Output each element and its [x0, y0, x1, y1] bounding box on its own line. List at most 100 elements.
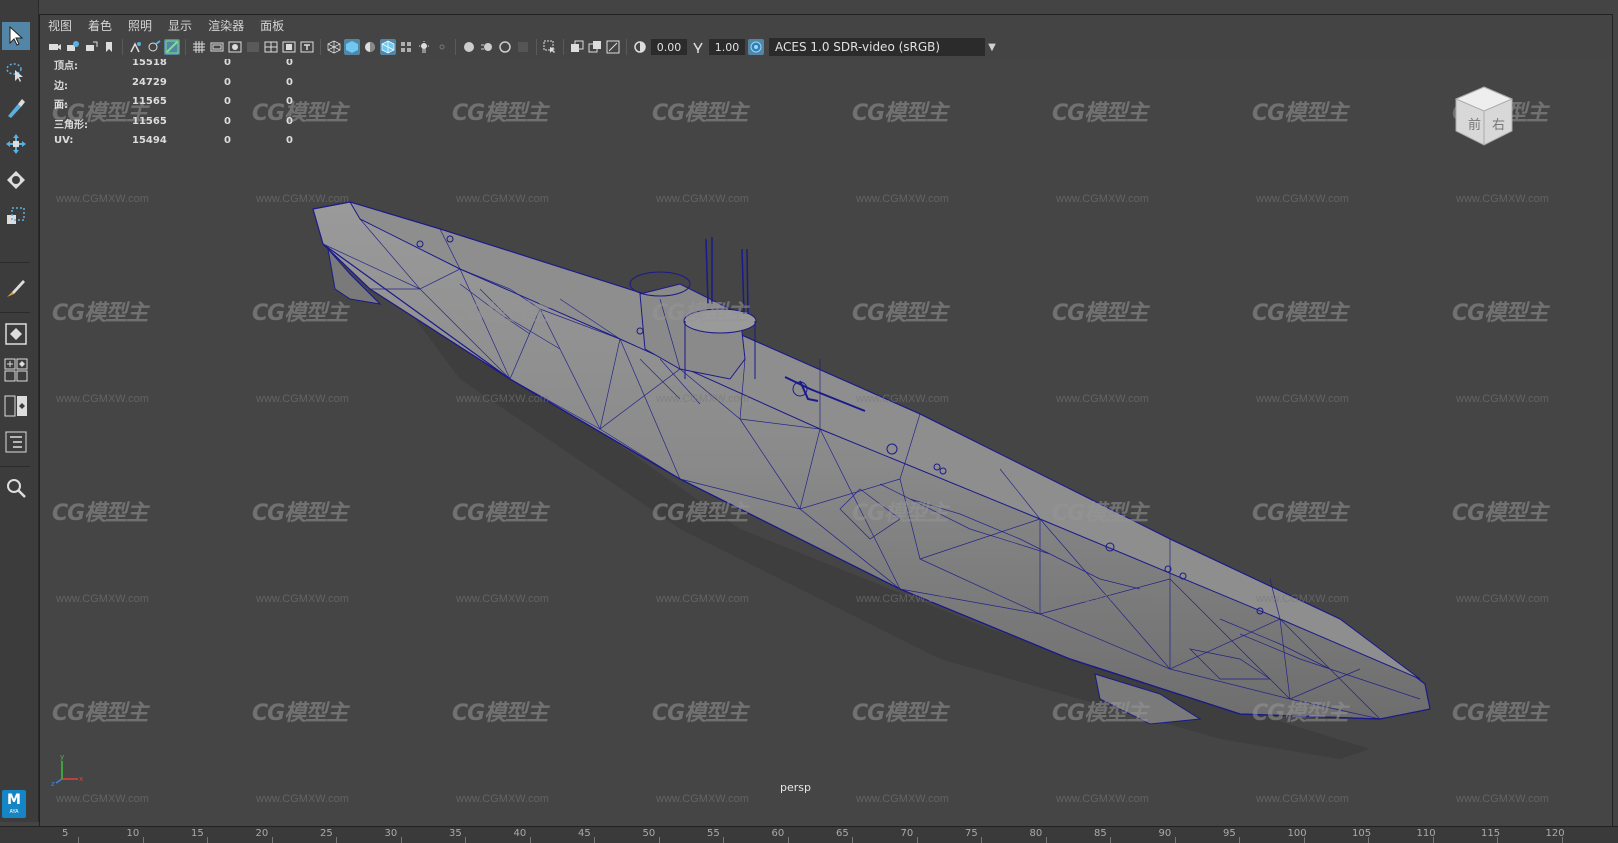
hud-value: 0 — [286, 59, 293, 68]
maya-logo-letter: M — [7, 792, 21, 808]
wireframe-icon[interactable] — [326, 39, 342, 55]
hud-value: 0 — [286, 135, 293, 146]
paint-select-tool-icon[interactable] — [2, 94, 30, 122]
2d-pan-zoom-icon[interactable] — [128, 39, 144, 55]
motion-blur-icon[interactable] — [479, 39, 495, 55]
timeline-tick-label: 30 — [384, 828, 398, 839]
depth-of-field-icon[interactable] — [515, 39, 531, 55]
layout-two-icon[interactable] — [2, 392, 30, 420]
timeline-tick-mark — [1174, 837, 1176, 843]
exposure-field[interactable]: 0.00 — [651, 39, 687, 55]
timeline-tick-mark — [1110, 837, 1111, 843]
resolution-gate-icon[interactable] — [227, 39, 243, 55]
timeline-tick-mark — [787, 837, 789, 843]
layout-four-icon[interactable] — [2, 356, 30, 384]
grease-pencil-active-icon[interactable] — [164, 39, 180, 55]
timeline-tick-mark — [723, 837, 724, 843]
3d-viewport[interactable]: CG模型主 CG模型主 CG模型主 CG模型主 CG模型主 CG模型主 CG模型主 CG模型主… — [40, 59, 1612, 827]
image-plane-icon[interactable] — [101, 39, 117, 55]
timeline-tick-mark — [658, 837, 660, 843]
hud-value: 15518 — [132, 59, 167, 68]
panel-menubar: 视图 着色 照明 显示 渲染器 面板 — [40, 15, 1612, 35]
hud-value: 0 — [286, 76, 293, 88]
time-slider[interactable]: 5 10 15 20 25 30 35 40 45 50 55 60 65 70 75 80 85 90 95 100… — [0, 826, 1618, 843]
axis-gizmo-icon: y x z — [51, 753, 83, 787]
safe-action-icon[interactable] — [281, 39, 297, 55]
view-transform-dropdown[interactable]: ACES 1.0 SDR-video (sRGB) — [769, 38, 985, 56]
grease-pencil-icon[interactable] — [146, 39, 162, 55]
search-icon[interactable] — [2, 474, 30, 502]
hud-value: 0 — [224, 59, 231, 68]
viewcube-right-label: 右 — [1492, 118, 1505, 133]
textured-icon[interactable] — [398, 39, 414, 55]
hud-label: UV: — [54, 135, 74, 146]
timeline-tick-mark — [271, 837, 273, 843]
bookmark-icon[interactable] — [83, 39, 99, 55]
gamma-icon[interactable] — [690, 39, 706, 55]
svg-text:y: y — [60, 753, 64, 761]
viewcube-front-label: 前 — [1468, 117, 1481, 133]
menu-renderer[interactable]: 渲染器 — [200, 17, 252, 34]
svg-text:x: x — [79, 775, 83, 783]
camera-attributes-icon[interactable] — [65, 39, 81, 55]
timeline-tick-label: 50 — [642, 828, 656, 839]
grid-icon[interactable] — [191, 39, 207, 55]
timeline-tick-label: 15 — [191, 828, 204, 839]
timeline-tick-label: 90 — [1158, 828, 1172, 839]
lighting-icon[interactable] — [416, 39, 432, 55]
timeline-tick-label: 70 — [900, 828, 914, 839]
submarine-model[interactable] — [40, 59, 1612, 827]
timeline-tick-mark — [594, 837, 595, 843]
viewcube-icon[interactable]: 前 右 — [1448, 81, 1520, 153]
smooth-shade-icon[interactable] — [344, 39, 360, 55]
timeline-tick-mark — [78, 837, 79, 843]
move-tool-icon[interactable] — [2, 130, 30, 158]
chevron-down-icon[interactable]: ▼ — [985, 39, 999, 55]
hud-value: 24729 — [132, 76, 167, 88]
wireframe-on-shaded-icon[interactable] — [380, 39, 396, 55]
timeline-tick-mark — [1239, 837, 1240, 843]
camera-select-icon[interactable] — [47, 39, 63, 55]
timeline-tick-mark — [400, 837, 402, 843]
lasso-tool-icon[interactable] — [2, 58, 30, 86]
field-chart-icon[interactable] — [263, 39, 279, 55]
toolbox: M AYA — [0, 0, 39, 822]
timeline-tick-label: 25 — [320, 828, 333, 839]
timeline-tick-mark — [852, 837, 853, 843]
timeline-tick-label: 60 — [771, 828, 785, 839]
outliner-icon[interactable] — [2, 428, 30, 456]
menu-shading[interactable]: 着色 — [80, 17, 120, 34]
menu-panels[interactable]: 面板 — [252, 17, 292, 34]
maya-logo-sub: AYA — [9, 809, 19, 815]
timeline-tick-label: 80 — [1029, 828, 1043, 839]
timeline-tick-label: 35 — [449, 828, 462, 839]
timeline-tick-mark — [1045, 837, 1047, 843]
brush-tool-icon[interactable] — [2, 274, 30, 302]
gamma-field[interactable]: 1.00 — [709, 39, 745, 55]
hud-label: 三角形: — [54, 119, 88, 131]
rotate-tool-icon[interactable] — [2, 166, 30, 194]
menu-lighting[interactable]: 照明 — [120, 17, 160, 34]
menu-view[interactable]: 视图 — [40, 17, 80, 34]
isolate-select-icon[interactable] — [542, 39, 558, 55]
hud-row-triangles: 三角形: 11565 0 0 — [54, 116, 324, 136]
film-gate-icon[interactable] — [209, 39, 225, 55]
gate-mask-icon[interactable] — [245, 39, 261, 55]
select-tool-icon[interactable] — [2, 22, 30, 50]
menu-show[interactable]: 显示 — [160, 17, 200, 34]
exposure-icon[interactable] — [632, 39, 648, 55]
hud-value: 11565 — [132, 115, 167, 127]
scale-tool-icon[interactable] — [2, 202, 30, 230]
color-management-icon[interactable] — [748, 39, 764, 55]
default-material-icon[interactable] — [362, 39, 378, 55]
hud-value: 0 — [224, 135, 231, 146]
timeline-tick-mark — [1497, 837, 1498, 843]
anti-alias-icon[interactable] — [497, 39, 513, 55]
safe-title-icon[interactable] — [299, 39, 315, 55]
xray-icon[interactable] — [569, 39, 585, 55]
xray-joints-icon[interactable] — [587, 39, 603, 55]
shadows-icon[interactable] — [434, 39, 450, 55]
layout-single-icon[interactable] — [2, 320, 30, 348]
xray-active-components-icon[interactable] — [605, 39, 621, 55]
screen-space-ao-icon[interactable] — [461, 39, 477, 55]
